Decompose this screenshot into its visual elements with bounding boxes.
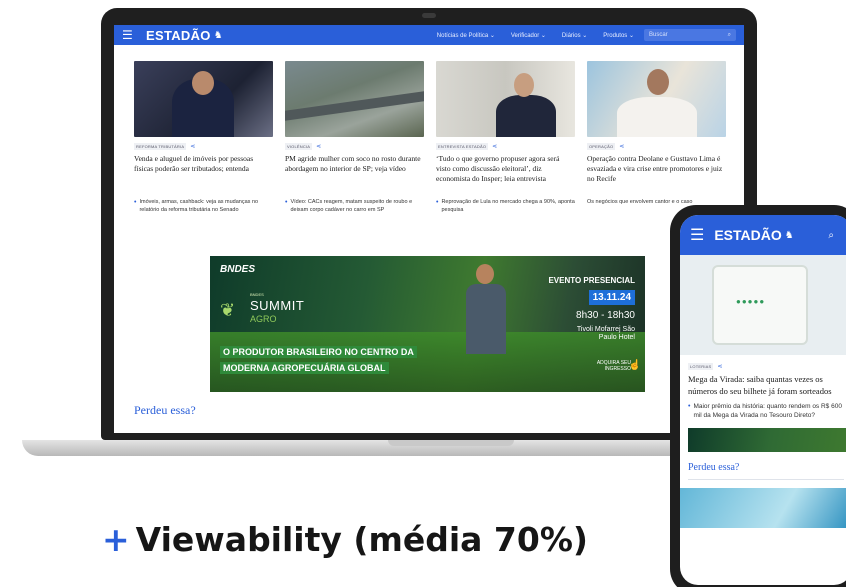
news-tag[interactable]: REFORMA TRIBUTÁRIA [134, 143, 187, 150]
ad-banner[interactable]: BNDES ❦ BNDES SUMMIT AGRO EVENTO PRESENC… [210, 256, 645, 392]
missed-section-title[interactable]: Perdeu essa? [688, 462, 846, 473]
plus-icon: + [102, 520, 130, 559]
mobile-hero-image[interactable]: ●●●●● [680, 255, 846, 355]
related-link[interactable]: • Maior prêmio da história: quanto rende… [688, 403, 844, 420]
related-link[interactable]: • Imóveis, armas, cashback: veja as muda… [134, 199, 273, 214]
share-icon[interactable]: ⋖ [619, 143, 624, 150]
related-text[interactable]: Vídeo: CACs reagem, matam suspeito de ro… [290, 199, 424, 214]
share-icon[interactable]: ⋖ [492, 143, 497, 150]
viewability-caption: + Viewability (média 70%) [102, 520, 588, 559]
news-image[interactable] [587, 61, 726, 137]
related-link[interactable]: • Reprovação de Lula no mercado chega a … [436, 199, 575, 214]
desktop-screen: ☰ ESTADÃO ♞ Notícias de Política ⌄ Verif… [114, 25, 744, 433]
summit-title: SUMMIT [250, 298, 305, 313]
event-date: 13.11.24 [588, 290, 635, 305]
nav-links: Notícias de Política ⌄ Verificador ⌄ Diá… [437, 32, 634, 39]
news-image[interactable] [436, 61, 575, 137]
related-text[interactable]: Imóveis, armas, cashback: veja as mudanç… [139, 199, 273, 214]
nav-link-verificador[interactable]: Verificador ⌄ [511, 32, 546, 39]
site-logo[interactable]: ESTADÃO [146, 28, 211, 43]
related-text[interactable]: Os negócios que envolvem cantor e o caso [587, 199, 692, 207]
banner-headline: O PRODUTOR BRASILEIRO NO CENTRO DA MODER… [220, 344, 442, 376]
share-icon[interactable]: ⋖ [316, 143, 321, 150]
related-link[interactable]: • Vídeo: CACs reagem, matam suspeito de … [285, 199, 424, 214]
search-icon[interactable]: ⌕ [828, 230, 834, 241]
news-card[interactable]: OPERAÇÃO ⋖ Operação contra Deolane e Gus… [587, 61, 726, 214]
nav-link-produtos[interactable]: Produtos ⌄ [603, 32, 634, 39]
event-venue: Tivoli Mofarrej São Paulo Hotel [576, 326, 635, 341]
news-title[interactable]: ‘Tudo o que governo propuser agora será … [436, 154, 575, 195]
nav-link-politica[interactable]: Notícias de Política ⌄ [437, 32, 495, 39]
news-title[interactable]: Venda e aluguel de imóveis por pessoas f… [134, 154, 273, 195]
search-icon: ⌕ [727, 31, 731, 38]
pointer-hand-icon: ☝ [628, 360, 641, 371]
event-time: 8h30 - 18h30 [576, 310, 635, 321]
lottery-device-image: ●●●●● [712, 265, 808, 345]
camera-icon [422, 13, 436, 18]
share-icon[interactable]: ⋖ [717, 363, 722, 370]
news-card[interactable]: ENTREVISTA ESTADÃO ⋖ ‘Tudo o que governo… [436, 61, 575, 214]
search-placeholder: Buscar [649, 32, 668, 38]
share-icon[interactable]: ⋖ [190, 143, 195, 150]
news-title[interactable]: Operação contra Deolane e Gusttavo Lima … [587, 154, 726, 195]
banner-farmer-image [462, 264, 510, 374]
news-title[interactable]: PM agride mulher com soco no rosto duran… [285, 154, 424, 195]
banner-headline-text: O PRODUTOR BRASILEIRO NO CENTRO DA MODER… [220, 346, 417, 374]
news-tag[interactable]: VIOLÊNCIA [285, 143, 313, 150]
search-input[interactable]: Buscar ⌕ [644, 29, 736, 41]
site-header: ☰ ESTADÃO ♞ Notícias de Política ⌄ Verif… [114, 25, 744, 45]
bullet-icon: • [134, 199, 137, 206]
summit-small-label: BNDES [250, 292, 264, 297]
news-tag[interactable]: LOTERIAS [688, 363, 714, 370]
laptop-notch [388, 440, 514, 446]
hamburger-icon[interactable]: ☰ [690, 225, 704, 245]
summit-subtitle: AGRO [250, 314, 277, 324]
related-text[interactable]: Reprovação de Lula no mercado chega a 90… [441, 199, 575, 214]
news-tag[interactable]: ENTREVISTA ESTADÃO [436, 143, 489, 150]
nav-link-diarios[interactable]: Diários ⌄ [562, 32, 587, 39]
mobile-logo[interactable]: ESTADÃO [714, 227, 781, 243]
news-grid: REFORMA TRIBUTÁRIA ⋖ Venda e aluguel de … [134, 61, 726, 214]
phone-mockup: ☰ ESTADÃO ♞ ⌕ ●●●●● LOTERIAS ⋖ Mega da V… [670, 205, 846, 587]
logo-horse-icon: ♞ [213, 29, 223, 41]
mobile-header: ☰ ESTADÃO ♞ ⌕ [680, 215, 846, 255]
news-image[interactable] [285, 61, 424, 137]
leaf-icon: ❦ [220, 300, 236, 320]
lottery-balls-icon: ●●●●● [736, 297, 766, 306]
laptop-mockup: ☰ ESTADÃO ♞ Notícias de Política ⌄ Verif… [101, 8, 757, 440]
mobile-news-image[interactable] [680, 488, 846, 528]
caption-text: Viewability (média 70%) [135, 520, 589, 559]
news-card[interactable]: REFORMA TRIBUTÁRIA ⋖ Venda e aluguel de … [134, 61, 273, 214]
related-text[interactable]: Maior prêmio da história: quanto rendem … [693, 403, 844, 420]
logo-horse-icon: ♞ [784, 229, 794, 241]
bullet-icon: • [688, 403, 691, 410]
divider [688, 479, 844, 480]
missed-section-title[interactable]: Perdeu essa? [134, 403, 196, 418]
sponsor-logo: BNDES [220, 264, 256, 275]
buy-ticket-link[interactable]: ADQUIRA SEU INGRESSO [591, 360, 631, 372]
event-label: EVENTO PRESENCIAL [548, 276, 635, 285]
news-tag[interactable]: OPERAÇÃO [587, 143, 616, 150]
bullet-icon: • [285, 199, 288, 206]
news-image[interactable] [134, 61, 273, 137]
mobile-ad-banner[interactable] [688, 428, 846, 452]
mobile-news-title[interactable]: Mega da Virada: saiba quantas vezes os n… [688, 374, 844, 397]
news-card[interactable]: VIOLÊNCIA ⋖ PM agride mulher com soco no… [285, 61, 424, 214]
bullet-icon: • [436, 199, 439, 206]
mobile-screen: ☰ ESTADÃO ♞ ⌕ ●●●●● LOTERIAS ⋖ Mega da V… [680, 215, 846, 585]
hamburger-icon[interactable]: ☰ [122, 28, 136, 42]
